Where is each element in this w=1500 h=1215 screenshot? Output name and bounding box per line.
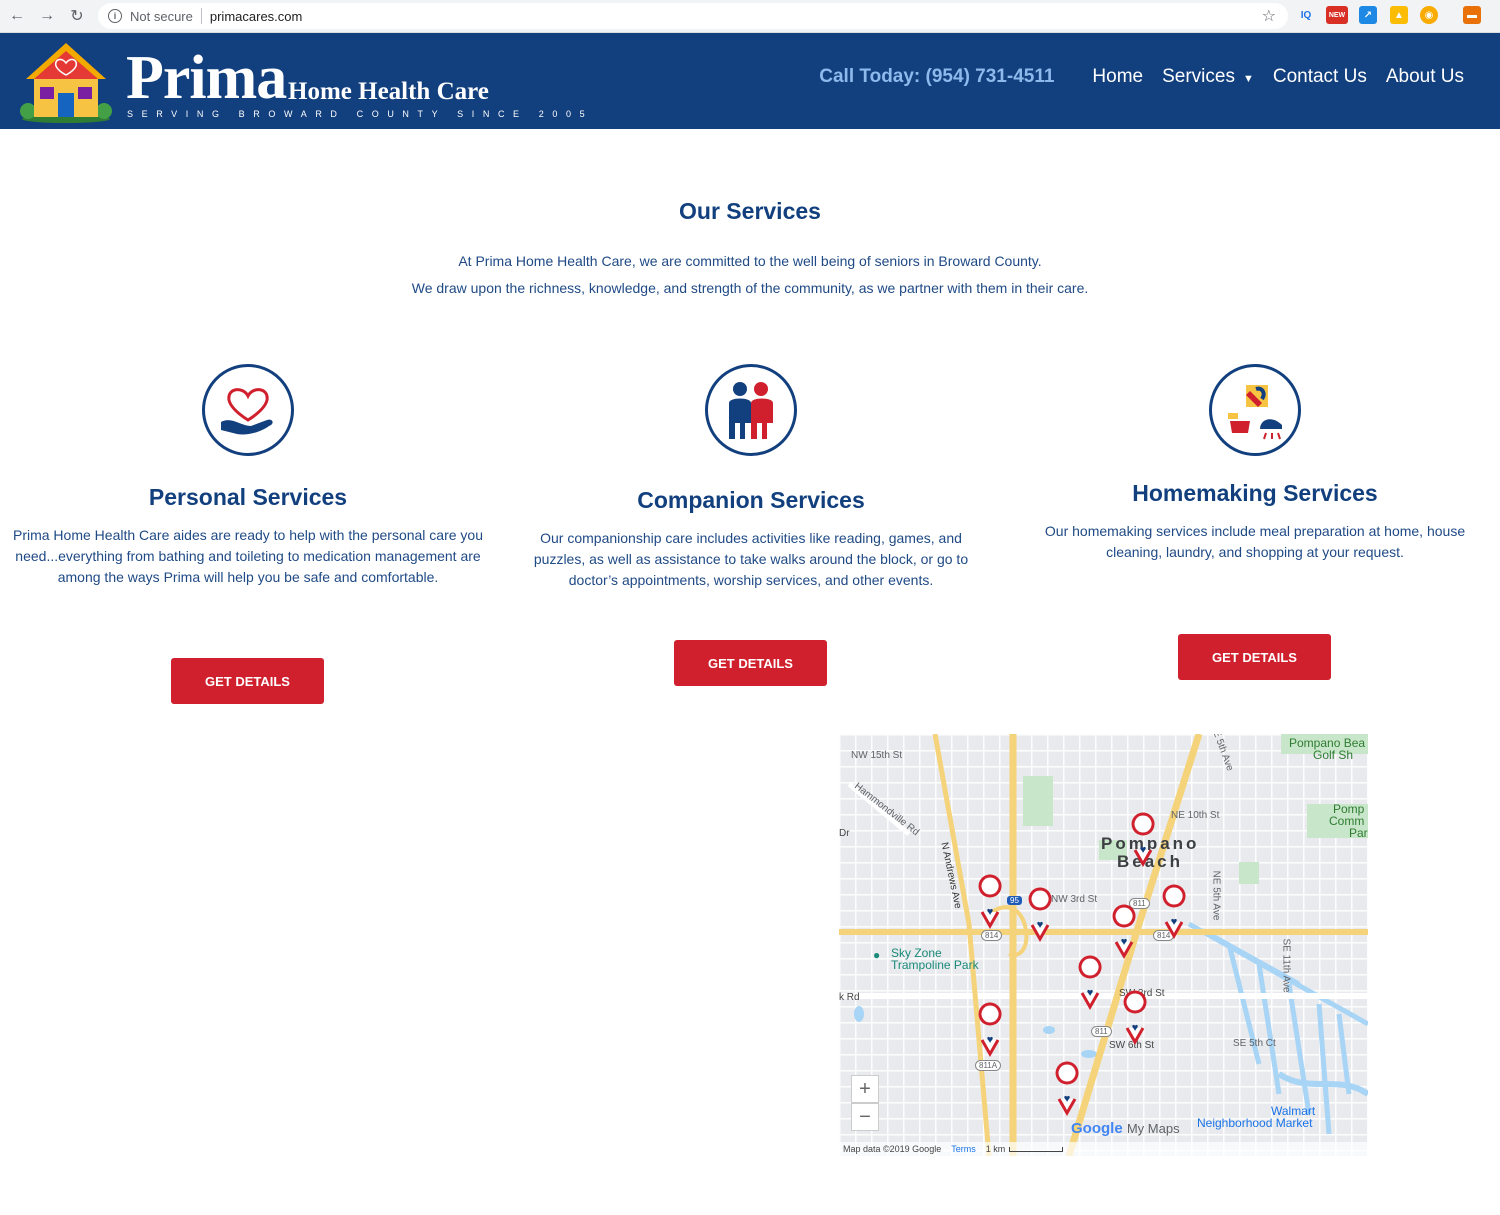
service-title: Personal Services [148, 484, 348, 510]
address-bar[interactable]: i Not secure primacares.com ☆ [98, 3, 1288, 29]
brand-tagline: SERVING BROWARD COUNTY SINCE 2005 [127, 109, 594, 119]
nav-home[interactable]: Home [1092, 66, 1143, 88]
google-map[interactable]: NW 15th St Hammondville Rd N Andrews Ave… [839, 734, 1368, 1156]
brand-name: Prima [126, 44, 287, 112]
heart-hand-icon [202, 364, 294, 456]
service-card-homemaking: Homemaking Services Our homemaking servi… [1020, 364, 1490, 563]
service-title: Homemaking Services [1132, 480, 1378, 506]
map-city-label: Beach [1117, 852, 1184, 871]
zoom-in-button[interactable]: + [851, 1075, 879, 1103]
house-logo-icon [20, 43, 112, 123]
companions-icon [705, 364, 797, 456]
scale-bar [1009, 1146, 1064, 1152]
extension-chart-icon[interactable]: ▲ [1390, 6, 1408, 24]
service-description: Our homemaking services include meal pre… [1044, 523, 1466, 560]
reload-icon[interactable]: ↻ [62, 1, 92, 31]
security-label: Not secure [130, 8, 193, 24]
google-my-maps-logo: Google My Maps [1071, 1120, 1180, 1137]
homemaking-icon [1209, 364, 1301, 456]
brand-subtitle: Home Health Care [288, 78, 489, 105]
brand-logo[interactable]: Prima Home Health Care SERVING BROWARD C… [126, 44, 585, 119]
chevron-down-icon: ▼ [1242, 73, 1254, 85]
forward-icon[interactable]: → [32, 1, 62, 31]
nav-contact-us[interactable]: Contact Us [1273, 66, 1367, 88]
service-description: Our companionship care includes activiti… [533, 530, 969, 588]
map-terms-link[interactable]: Terms [951, 1144, 976, 1154]
get-details-button-homemaking[interactable]: GET DETAILS [1178, 634, 1331, 680]
map-scale: 1 km [985, 1144, 1006, 1154]
service-title: Companion Services [637, 487, 865, 513]
zoom-out-button[interactable]: − [851, 1103, 879, 1131]
call-today-link[interactable]: Call Today: (954) 731-4511 [819, 66, 1054, 88]
get-details-button-companion[interactable]: GET DETAILS [674, 640, 827, 686]
service-description: Prima Home Health Care aides are ready t… [12, 527, 484, 585]
extension-share-icon[interactable]: ↗ [1359, 6, 1377, 24]
intro-line-1: At Prima Home Health Care, we are commit… [458, 253, 1042, 269]
extension-profile-icon[interactable]: ▬ [1463, 6, 1481, 24]
bookmark-star-icon[interactable]: ☆ [1262, 6, 1276, 26]
page-title: Our Services [679, 198, 821, 224]
url-text: primacares.com [209, 8, 303, 24]
map-city-label: Pompano [1101, 834, 1200, 853]
info-icon[interactable]: i [108, 9, 122, 23]
intro-line-2: We draw upon the richness, knowledge, an… [411, 280, 1089, 296]
nav-about-us[interactable]: About Us [1386, 66, 1464, 88]
service-card-companion: Companion Services Our companionship car… [516, 364, 986, 591]
service-card-personal: Personal Services Prima Home Health Care… [8, 364, 488, 588]
map-attribution: Map data ©2019 Google Terms 1 km [839, 1142, 1368, 1156]
browser-toolbar: ← → ↻ i Not secure primacares.com ☆ IQ N… [0, 0, 1500, 33]
extension-iq-icon[interactable]: IQ [1297, 6, 1315, 24]
extension-camera-icon[interactable]: ◉ [1420, 6, 1438, 24]
get-details-button-personal[interactable]: GET DETAILS [171, 658, 324, 704]
nav-services[interactable]: Services ▼ [1162, 66, 1254, 88]
extension-new-icon[interactable]: NEW [1326, 6, 1348, 24]
main-nav: Call Today: (954) 731-4511 Home Services… [819, 66, 1464, 88]
back-icon[interactable]: ← [2, 1, 32, 31]
location-pin-icon: ● [873, 948, 881, 962]
site-header: Prima Home Health Care SERVING BROWARD C… [0, 33, 1500, 129]
